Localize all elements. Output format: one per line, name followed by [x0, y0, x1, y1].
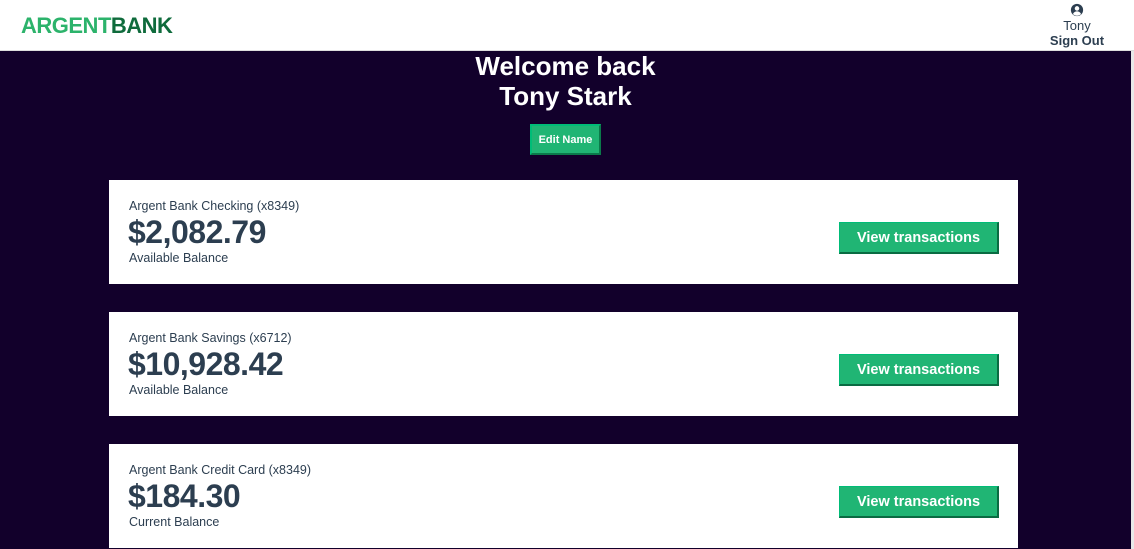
account-amount: $184.30 [128, 478, 241, 514]
user-full-name: Tony Stark [499, 81, 632, 111]
account-amount: $10,928.42 [128, 346, 284, 382]
account-amount-description: Current Balance [129, 515, 220, 529]
argent-bank-logo[interactable]: ARGENTBANK [21, 13, 173, 39]
account-title: Argent Bank Checking (x8349) [129, 199, 300, 213]
view-transactions-button[interactable]: View transactions [839, 486, 999, 518]
welcome-header: Welcome back Tony Stark Edit Name [0, 51, 1131, 155]
user-menu: Tony Sign Out [1040, 3, 1114, 48]
view-transactions-button[interactable]: View transactions [839, 222, 999, 254]
account-card-credit: Argent Bank Credit Card (x8349) $184.30 … [109, 444, 1018, 548]
account-amount-description: Available Balance [129, 251, 229, 265]
account-title: Argent Bank Savings (x6712) [129, 331, 292, 345]
sign-out-link[interactable]: Sign Out [1040, 33, 1114, 48]
user-circle-icon[interactable] [1070, 3, 1084, 17]
account-card-checking: Argent Bank Checking (x8349) $2,082.79 A… [109, 180, 1018, 284]
welcome-greeting: Welcome back [475, 51, 656, 81]
account-card-savings: Argent Bank Savings (x6712) $10,928.42 A… [109, 312, 1018, 416]
account-amount-description: Available Balance [129, 383, 229, 397]
main-nav: ARGENTBANK Tony Sign Out [0, 0, 1134, 51]
edit-name-button[interactable]: Edit Name [530, 124, 601, 155]
account-amount: $2,082.79 [128, 214, 266, 250]
logo-text-argent: ARGENT [21, 13, 111, 38]
view-transactions-button[interactable]: View transactions [839, 354, 999, 386]
user-name-link[interactable]: Tony [1040, 18, 1114, 33]
logo-text-bank: BANK [110, 13, 173, 38]
account-title: Argent Bank Credit Card (x8349) [129, 463, 312, 477]
